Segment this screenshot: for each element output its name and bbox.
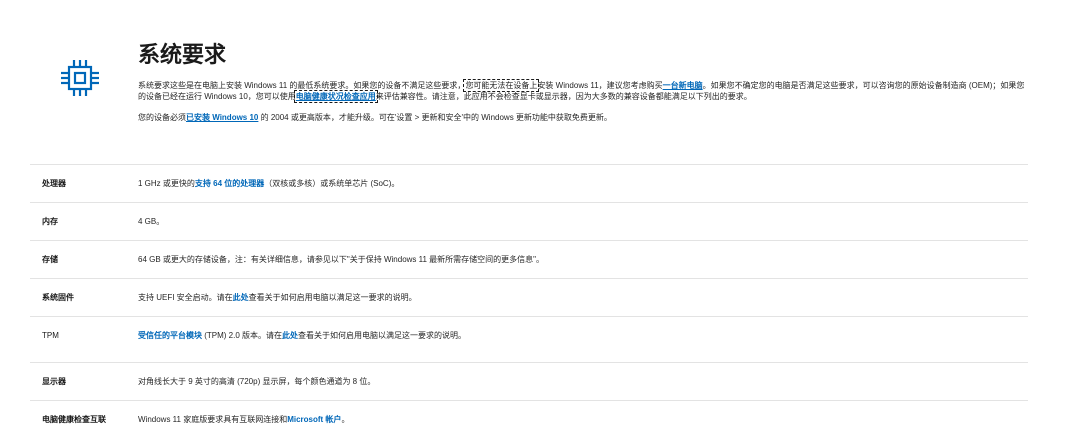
tpm-instructions-link[interactable]: 此处 — [282, 331, 298, 340]
microsoft-account-link[interactable]: Microsoft 帐户 — [287, 415, 341, 424]
uefi-instructions-link[interactable]: 此处 — [233, 293, 249, 302]
table-row-storage: 存储 64 GB 或更大的存储设备，注：有关详细信息，请参见以下"关于保持 Wi… — [30, 240, 1028, 278]
row-label: 存储 — [42, 255, 58, 264]
upgrade-note: 您的设备必须已安装 Windows 10 的 2004 或更高版本，才能升级。可… — [138, 113, 612, 122]
table-row-display: 显示器 对角线长大于 9 英寸的高清 (720p) 显示屏，每个颜色通道为 8 … — [30, 362, 1028, 400]
page-title: 系统要求 — [138, 42, 227, 67]
tpm-link[interactable]: 受信任的平台模块 — [138, 331, 202, 340]
row-value: 1 GHz 或更快的支持 64 位的处理器（双核或多核）或系统单芯片 (SoC)… — [138, 179, 400, 188]
table-row-tpm: TPM 受信任的平台模块 (TPM) 2.0 版本。请在此处查看关于如何启用电脑… — [30, 316, 1028, 354]
row-label: 电脑健康检查互联 — [42, 415, 106, 424]
table-row-firmware: 系统固件 支持 UEFI 安全启动。请在此处查看关于如何启用电脑以满足这一要求的… — [30, 278, 1028, 316]
intro-section: 系统要求 系统要求这些是在电脑上安装 Windows 11 的最低系统要求。如果… — [138, 40, 1026, 123]
table-row-internet: 电脑健康检查互联 Windows 11 家庭版要求具有互联网连接和Microso… — [30, 400, 1028, 438]
focused-text: 您可能无法在设备上 — [463, 79, 540, 92]
table-row-memory: 内存 4 GB。 — [30, 202, 1028, 240]
row-value: Windows 11 家庭版要求具有互联网连接和Microsoft 帐户。 — [138, 415, 350, 424]
intro-paragraph: 系统要求这些是在电脑上安装 Windows 11 的最低系统要求。如果您的设备不… — [138, 79, 1025, 103]
row-value: 对角线长大于 9 英寸的高清 (720p) 显示屏，每个颜色通道为 8 位。 — [138, 377, 376, 386]
row-label: TPM — [42, 331, 59, 340]
row-label: 系统固件 — [42, 293, 74, 302]
table-row-processor: 处理器 1 GHz 或更快的支持 64 位的处理器（双核或多核）或系统单芯片 (… — [30, 164, 1028, 202]
64bit-processor-link[interactable]: 支持 64 位的处理器 — [195, 179, 264, 188]
row-value: 支持 UEFI 安全启动。请在此处查看关于如何启用电脑以满足这一要求的说明。 — [138, 293, 417, 302]
windows10-installed-link[interactable]: 已安装 Windows 10 — [186, 113, 258, 122]
row-label: 显示器 — [42, 377, 66, 386]
row-value: 受信任的平台模块 (TPM) 2.0 版本。请在此处查看关于如何启用电脑以满足这… — [138, 331, 467, 340]
processor-chip-icon — [61, 60, 99, 96]
row-label: 内存 — [42, 217, 58, 226]
new-pc-link[interactable]: 一台新电脑 — [663, 81, 703, 90]
requirements-table: 处理器 1 GHz 或更快的支持 64 位的处理器（双核或多核）或系统单芯片 (… — [30, 164, 1028, 438]
system-requirements-page: 系统要求 系统要求这些是在电脑上安装 Windows 11 的最低系统要求。如果… — [0, 0, 1080, 431]
row-value: 4 GB。 — [138, 217, 165, 226]
row-value: 64 GB 或更大的存储设备，注：有关详细信息，请参见以下"关于保持 Windo… — [138, 255, 545, 264]
row-label: 处理器 — [42, 179, 66, 188]
pc-health-check-link[interactable]: 电脑健康状况检查应用 — [293, 90, 378, 103]
